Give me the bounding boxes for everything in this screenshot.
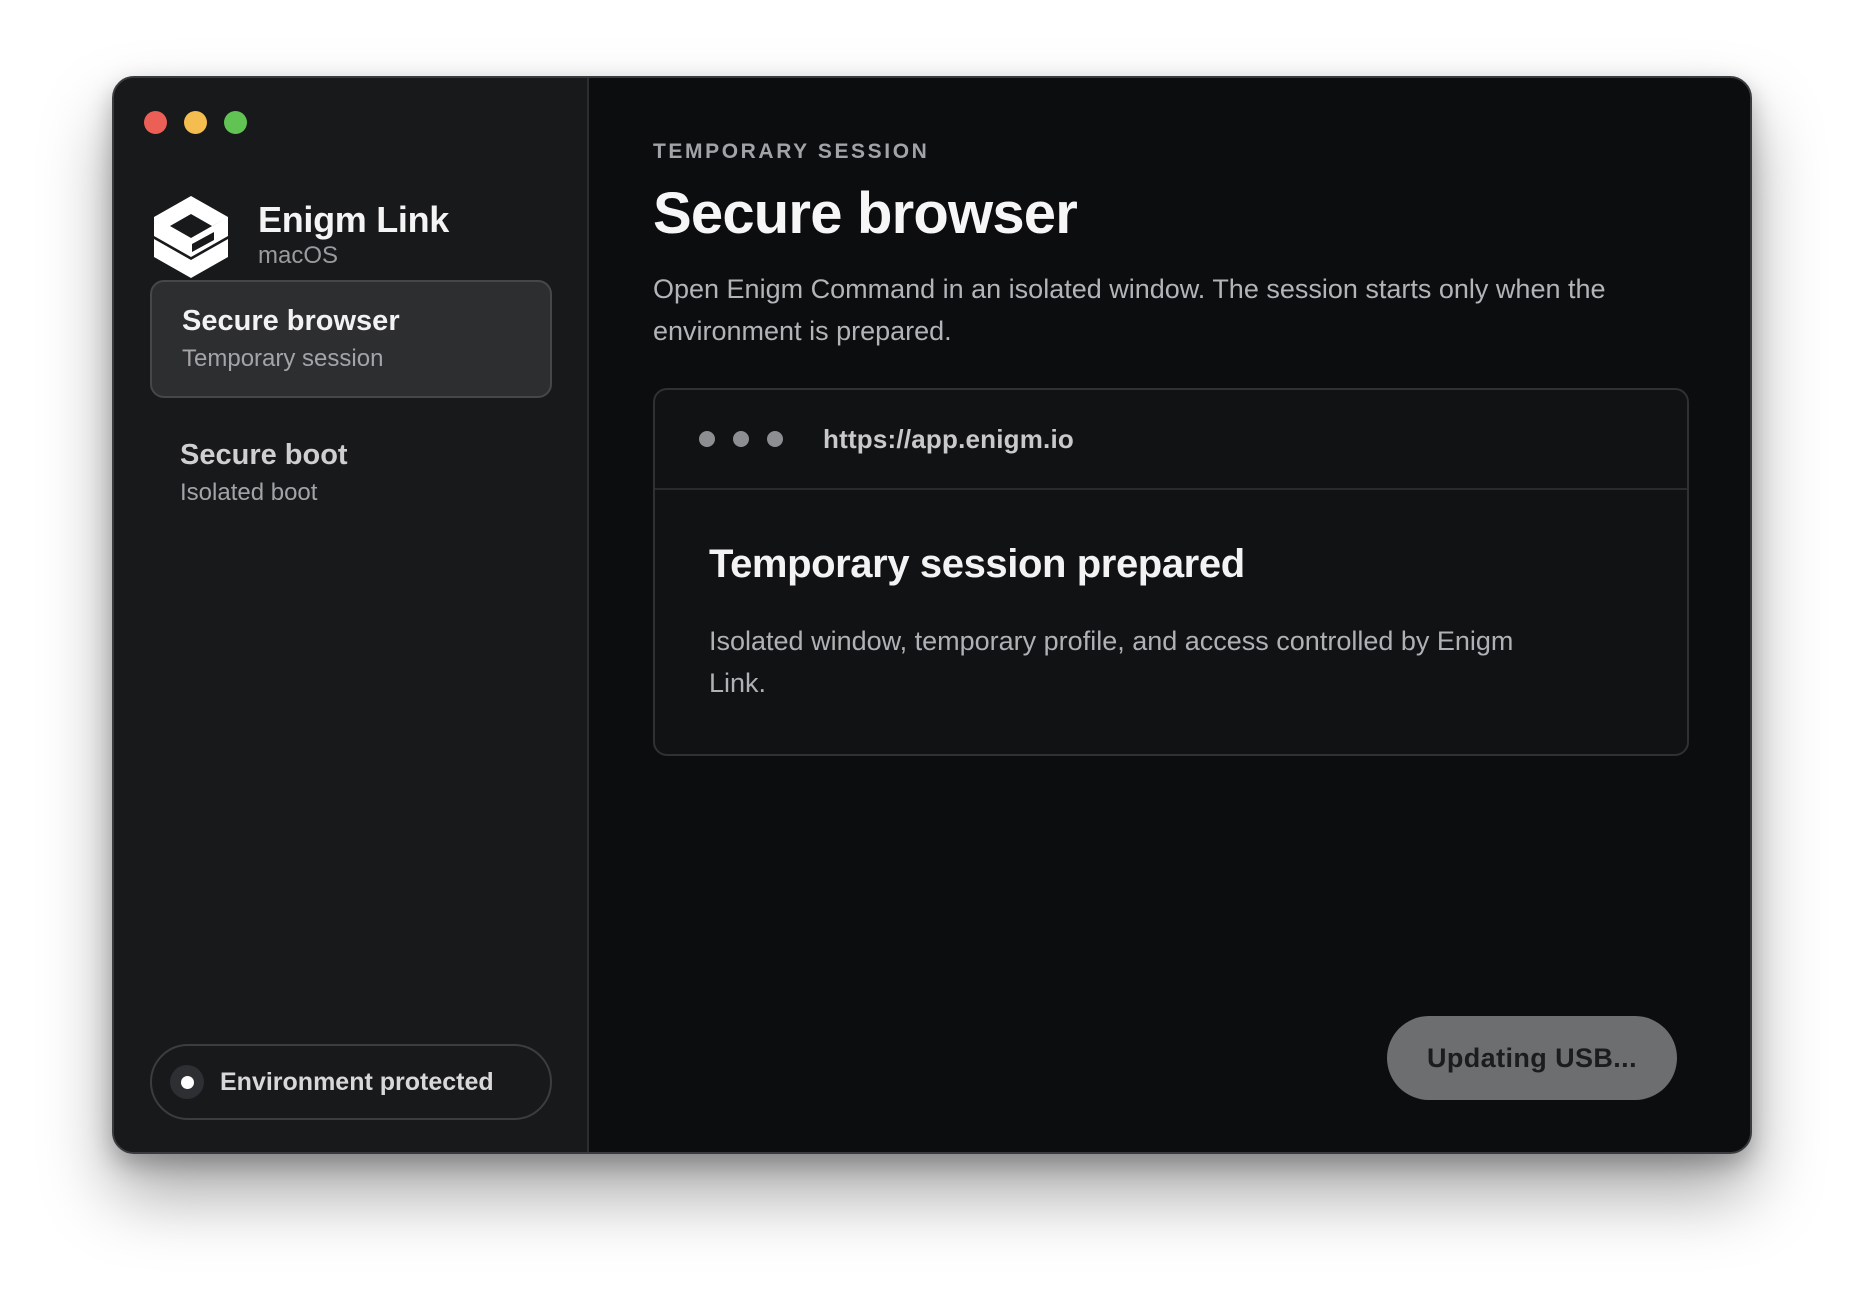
minimize-window-button[interactable]	[184, 111, 207, 134]
sidebar: Enigm Link macOS Secure browser Temporar…	[114, 78, 589, 1152]
browser-address-bar: https://app.enigm.io	[655, 390, 1687, 490]
main-panel: TEMPORARY SESSION Secure browser Open En…	[589, 78, 1750, 1152]
sidebar-item-title: Secure boot	[180, 439, 348, 471]
environment-status-badge: Environment protected	[150, 1044, 552, 1120]
sidebar-item-subtitle: Isolated boot	[180, 479, 318, 506]
page-title: Secure browser	[653, 181, 1078, 246]
sidebar-item-subtitle: Temporary session	[182, 345, 384, 372]
preview-heading: Temporary session prepared	[709, 542, 1245, 586]
close-window-button[interactable]	[144, 111, 167, 134]
app-name: Enigm Link	[258, 199, 450, 240]
zoom-window-button[interactable]	[224, 111, 247, 134]
status-label: Environment protected	[220, 1067, 494, 1096]
sidebar-item-secure-boot[interactable]: Secure boot Isolated boot	[150, 416, 552, 534]
browser-dots-icon	[699, 431, 783, 447]
app-window: Enigm Link macOS Secure browser Temporar…	[112, 76, 1752, 1154]
enigm-logo-icon	[154, 196, 228, 278]
app-brand: Enigm Link macOS	[152, 194, 449, 280]
platform-label: macOS	[258, 242, 339, 269]
section-eyebrow: TEMPORARY SESSION	[653, 140, 930, 163]
screen: Enigm Link macOS Secure browser Temporar…	[0, 0, 1864, 1304]
sidebar-item-secure-browser[interactable]: Secure browser Temporary session	[150, 280, 552, 398]
page-description: Open Enigm Command in an isolated window…	[653, 274, 1606, 346]
updating-usb-button[interactable]: Updating USB...	[1387, 1016, 1677, 1100]
browser-preview-body: Temporary session prepared Isolated wind…	[655, 490, 1687, 754]
window-controls	[144, 111, 247, 134]
browser-url: https://app.enigm.io	[823, 423, 1074, 454]
browser-preview-card: https://app.enigm.io Temporary session p…	[653, 388, 1689, 756]
sidebar-item-title: Secure browser	[182, 305, 400, 337]
status-dot-icon	[170, 1065, 204, 1099]
preview-body-text: Isolated window, temporary profile, and …	[709, 626, 1514, 698]
